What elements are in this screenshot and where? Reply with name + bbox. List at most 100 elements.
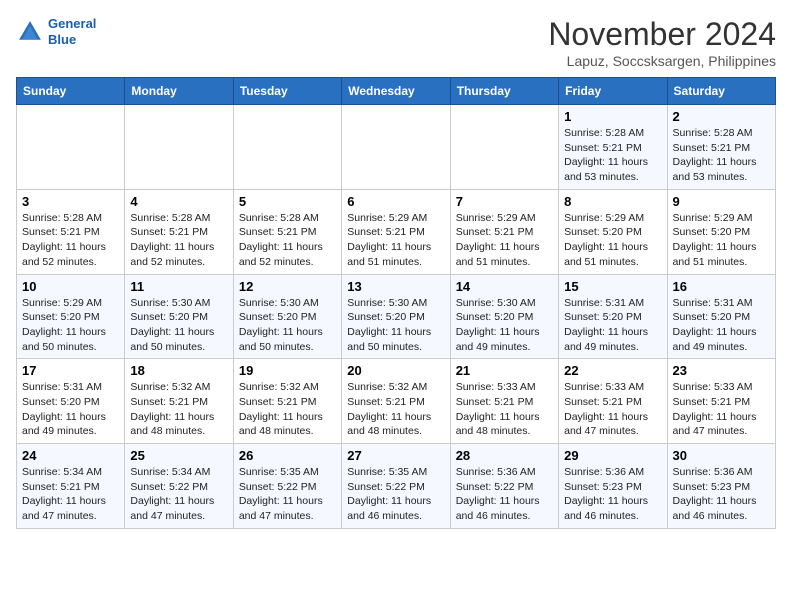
calendar-cell: 20 Sunrise: 5:32 AMSunset: 5:21 PMDayligh…: [342, 359, 450, 444]
day-number: 27: [347, 448, 444, 463]
month-title: November 2024: [548, 16, 776, 53]
logo-line2: Blue: [48, 32, 76, 47]
calendar-cell: 30 Sunrise: 5:36 AMSunset: 5:23 PMDayligh…: [667, 444, 775, 529]
calendar-cell: 19 Sunrise: 5:32 AMSunset: 5:21 PMDayligh…: [233, 359, 341, 444]
day-info: Sunrise: 5:28 AMSunset: 5:21 PMDaylight:…: [564, 126, 661, 185]
day-number: 3: [22, 194, 119, 209]
day-info: Sunrise: 5:34 AMSunset: 5:21 PMDaylight:…: [22, 465, 119, 524]
day-number: 5: [239, 194, 336, 209]
calendar-cell: 28 Sunrise: 5:36 AMSunset: 5:22 PMDayligh…: [450, 444, 558, 529]
day-number: 16: [673, 279, 770, 294]
calendar-cell: 16 Sunrise: 5:31 AMSunset: 5:20 PMDayligh…: [667, 274, 775, 359]
day-number: 23: [673, 363, 770, 378]
day-number: 22: [564, 363, 661, 378]
day-number: 21: [456, 363, 553, 378]
day-info: Sunrise: 5:35 AMSunset: 5:22 PMDaylight:…: [239, 465, 336, 524]
logo-line1: General: [48, 16, 96, 31]
calendar-cell: 23Sunrise: 5:33 AMSunset: 5:21 PMDayligh…: [667, 359, 775, 444]
day-info: Sunrise: 5:34 AMSunset: 5:22 PMDaylight:…: [130, 465, 227, 524]
weekday-saturday: Saturday: [667, 78, 775, 105]
weekday-monday: Monday: [125, 78, 233, 105]
calendar-cell: 15Sunrise: 5:31 AMSunset: 5:20 PMDayligh…: [559, 274, 667, 359]
day-info: Sunrise: 5:30 AMSunset: 5:20 PMDaylight:…: [456, 296, 553, 355]
calendar-cell: 24Sunrise: 5:34 AMSunset: 5:21 PMDayligh…: [17, 444, 125, 529]
day-number: 4: [130, 194, 227, 209]
day-info: Sunrise: 5:29 AMSunset: 5:21 PMDaylight:…: [456, 211, 553, 270]
calendar-cell: 21 Sunrise: 5:33 AMSunset: 5:21 PMDayligh…: [450, 359, 558, 444]
day-number: 25: [130, 448, 227, 463]
day-info: Sunrise: 5:36 AMSunset: 5:22 PMDaylight:…: [456, 465, 553, 524]
calendar-cell: 22 Sunrise: 5:33 AMSunset: 5:21 PMDayligh…: [559, 359, 667, 444]
logo-icon: [16, 18, 44, 46]
day-number: 17: [22, 363, 119, 378]
calendar-cell: 1 Sunrise: 5:28 AMSunset: 5:21 PMDaylight…: [559, 105, 667, 190]
day-number: 10: [22, 279, 119, 294]
calendar-header: SundayMondayTuesdayWednesdayThursdayFrid…: [17, 78, 776, 105]
calendar-cell: [342, 105, 450, 190]
day-number: 29: [564, 448, 661, 463]
day-info: Sunrise: 5:36 AMSunset: 5:23 PMDaylight:…: [673, 465, 770, 524]
calendar-cell: 14 Sunrise: 5:30 AMSunset: 5:20 PMDayligh…: [450, 274, 558, 359]
calendar-body: 1 Sunrise: 5:28 AMSunset: 5:21 PMDaylight…: [17, 105, 776, 529]
day-info: Sunrise: 5:35 AMSunset: 5:22 PMDaylight:…: [347, 465, 444, 524]
day-number: 9: [673, 194, 770, 209]
week-row-2: 3 Sunrise: 5:28 AMSunset: 5:21 PMDaylight…: [17, 189, 776, 274]
day-info: Sunrise: 5:28 AMSunset: 5:21 PMDaylight:…: [673, 126, 770, 185]
weekday-row: SundayMondayTuesdayWednesdayThursdayFrid…: [17, 78, 776, 105]
calendar-cell: 10 Sunrise: 5:29 AMSunset: 5:20 PMDayligh…: [17, 274, 125, 359]
week-row-4: 17 Sunrise: 5:31 AMSunset: 5:20 PMDayligh…: [17, 359, 776, 444]
week-row-3: 10 Sunrise: 5:29 AMSunset: 5:20 PMDayligh…: [17, 274, 776, 359]
day-info: Sunrise: 5:32 AMSunset: 5:21 PMDaylight:…: [130, 380, 227, 439]
weekday-tuesday: Tuesday: [233, 78, 341, 105]
calendar-cell: 29 Sunrise: 5:36 AMSunset: 5:23 PMDayligh…: [559, 444, 667, 529]
calendar-cell: 2 Sunrise: 5:28 AMSunset: 5:21 PMDaylight…: [667, 105, 775, 190]
day-info: Sunrise: 5:29 AMSunset: 5:21 PMDaylight:…: [347, 211, 444, 270]
day-number: 2: [673, 109, 770, 124]
calendar-cell: 5 Sunrise: 5:28 AMSunset: 5:21 PMDaylight…: [233, 189, 341, 274]
calendar-cell: 11Sunrise: 5:30 AMSunset: 5:20 PMDayligh…: [125, 274, 233, 359]
day-number: 11: [130, 279, 227, 294]
calendar-cell: 4 Sunrise: 5:28 AMSunset: 5:21 PMDaylight…: [125, 189, 233, 274]
day-number: 8: [564, 194, 661, 209]
weekday-sunday: Sunday: [17, 78, 125, 105]
location: Lapuz, Soccsksargen, Philippines: [548, 53, 776, 69]
day-info: Sunrise: 5:31 AMSunset: 5:20 PMDaylight:…: [673, 296, 770, 355]
day-info: Sunrise: 5:32 AMSunset: 5:21 PMDaylight:…: [347, 380, 444, 439]
logo-text: General Blue: [48, 16, 96, 47]
day-info: Sunrise: 5:29 AMSunset: 5:20 PMDaylight:…: [673, 211, 770, 270]
day-number: 30: [673, 448, 770, 463]
day-info: Sunrise: 5:29 AMSunset: 5:20 PMDaylight:…: [564, 211, 661, 270]
calendar-table: SundayMondayTuesdayWednesdayThursdayFrid…: [16, 77, 776, 529]
day-info: Sunrise: 5:31 AMSunset: 5:20 PMDaylight:…: [564, 296, 661, 355]
day-info: Sunrise: 5:33 AMSunset: 5:21 PMDaylight:…: [456, 380, 553, 439]
day-number: 19: [239, 363, 336, 378]
day-number: 20: [347, 363, 444, 378]
calendar-cell: [450, 105, 558, 190]
day-info: Sunrise: 5:28 AMSunset: 5:21 PMDaylight:…: [22, 211, 119, 270]
title-block: November 2024 Lapuz, Soccsksargen, Phili…: [548, 16, 776, 69]
day-info: Sunrise: 5:36 AMSunset: 5:23 PMDaylight:…: [564, 465, 661, 524]
day-number: 18: [130, 363, 227, 378]
day-number: 28: [456, 448, 553, 463]
day-info: Sunrise: 5:29 AMSunset: 5:20 PMDaylight:…: [22, 296, 119, 355]
day-number: 14: [456, 279, 553, 294]
day-number: 7: [456, 194, 553, 209]
calendar-cell: 12Sunrise: 5:30 AMSunset: 5:20 PMDayligh…: [233, 274, 341, 359]
day-info: Sunrise: 5:28 AMSunset: 5:21 PMDaylight:…: [239, 211, 336, 270]
calendar-cell: 8 Sunrise: 5:29 AMSunset: 5:20 PMDaylight…: [559, 189, 667, 274]
day-number: 1: [564, 109, 661, 124]
day-info: Sunrise: 5:33 AMSunset: 5:21 PMDaylight:…: [564, 380, 661, 439]
day-number: 26: [239, 448, 336, 463]
day-info: Sunrise: 5:30 AMSunset: 5:20 PMDaylight:…: [347, 296, 444, 355]
page-header: General Blue November 2024 Lapuz, Soccsk…: [16, 16, 776, 69]
day-number: 6: [347, 194, 444, 209]
day-info: Sunrise: 5:31 AMSunset: 5:20 PMDaylight:…: [22, 380, 119, 439]
day-info: Sunrise: 5:32 AMSunset: 5:21 PMDaylight:…: [239, 380, 336, 439]
day-info: Sunrise: 5:28 AMSunset: 5:21 PMDaylight:…: [130, 211, 227, 270]
calendar-cell: 26 Sunrise: 5:35 AMSunset: 5:22 PMDayligh…: [233, 444, 341, 529]
weekday-thursday: Thursday: [450, 78, 558, 105]
calendar-cell: 3 Sunrise: 5:28 AMSunset: 5:21 PMDaylight…: [17, 189, 125, 274]
calendar-cell: 27 Sunrise: 5:35 AMSunset: 5:22 PMDayligh…: [342, 444, 450, 529]
calendar-cell: [17, 105, 125, 190]
calendar-cell: 25 Sunrise: 5:34 AMSunset: 5:22 PMDayligh…: [125, 444, 233, 529]
